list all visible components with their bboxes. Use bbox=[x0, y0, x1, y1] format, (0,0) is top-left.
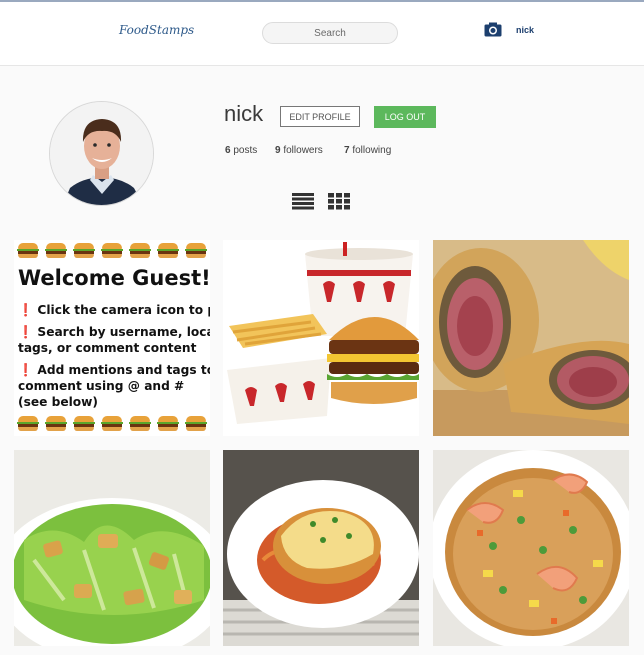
profile-username: nick bbox=[224, 101, 264, 126]
welcome-line: ❗ Add mentions and tags to a bbox=[18, 363, 210, 377]
posts-label: posts bbox=[233, 145, 258, 156]
burger-border-bottom bbox=[14, 414, 210, 433]
grid-view-icon[interactable] bbox=[328, 193, 350, 210]
post-welcome-card[interactable]: Welcome Guest! ❗ Click the camera icon t… bbox=[14, 240, 210, 436]
hamburger-icon bbox=[101, 416, 123, 431]
search-input[interactable] bbox=[262, 22, 398, 44]
user-avatar bbox=[50, 102, 153, 205]
hamburger-icon bbox=[129, 243, 151, 258]
followers-count: 9 bbox=[275, 145, 281, 156]
caesar-salad-photo bbox=[14, 450, 210, 646]
following-label: following bbox=[352, 145, 392, 156]
welcome-title: Welcome Guest! bbox=[18, 266, 210, 290]
followers-stat[interactable]: 9 followers bbox=[275, 145, 323, 156]
welcome-line: (see below) bbox=[18, 395, 98, 409]
hamburger-icon bbox=[157, 243, 179, 258]
hamburger-icon bbox=[73, 416, 95, 431]
following-count: 7 bbox=[344, 145, 350, 156]
hamburger-icon bbox=[45, 416, 67, 431]
profile-avatar bbox=[49, 101, 154, 206]
posts-count-stat: 6 posts bbox=[225, 145, 257, 156]
welcome-line: ❗ Click the camera icon to post bbox=[18, 303, 210, 317]
following-stat[interactable]: 7 following bbox=[344, 145, 391, 156]
hamburger-icon bbox=[185, 243, 207, 258]
post-photo-chicken-parm[interactable] bbox=[223, 450, 419, 646]
hamburger-icon bbox=[101, 243, 123, 258]
post-photo-fried-rice[interactable] bbox=[433, 450, 629, 646]
hamburger-icon bbox=[157, 416, 179, 431]
welcome-line: tags, or comment content bbox=[18, 341, 197, 355]
beef-wellington-photo bbox=[433, 240, 629, 436]
hamburger-icon bbox=[45, 243, 67, 258]
list-view-icon[interactable] bbox=[292, 193, 314, 210]
posts-count: 6 bbox=[225, 145, 231, 156]
burger-fries-photo bbox=[223, 240, 419, 436]
hamburger-icon bbox=[73, 243, 95, 258]
nav-username-link[interactable]: nick bbox=[516, 25, 534, 35]
chicken-parmesan-photo bbox=[223, 450, 419, 646]
edit-profile-button[interactable]: EDIT PROFILE bbox=[280, 106, 360, 127]
logout-button[interactable]: LOG OUT bbox=[374, 106, 436, 128]
post-photo-salad[interactable] bbox=[14, 450, 210, 646]
hamburger-icon bbox=[17, 416, 39, 431]
hamburger-icon bbox=[185, 416, 207, 431]
followers-label: followers bbox=[283, 145, 323, 156]
welcome-line: ❗ Search by username, location, bbox=[18, 325, 210, 339]
hamburger-icon bbox=[129, 416, 151, 431]
burger-border-top bbox=[14, 241, 210, 260]
logo[interactable]: FoodStamps bbox=[119, 23, 194, 37]
camera-icon[interactable] bbox=[484, 22, 502, 37]
post-photo-wellington[interactable] bbox=[433, 240, 629, 436]
shrimp-fried-rice-photo bbox=[433, 450, 629, 646]
hamburger-icon bbox=[17, 243, 39, 258]
navbar: FoodStamps nick bbox=[0, 2, 644, 66]
welcome-line: comment using @ and # bbox=[18, 379, 185, 393]
post-photo-burger[interactable] bbox=[223, 240, 419, 436]
